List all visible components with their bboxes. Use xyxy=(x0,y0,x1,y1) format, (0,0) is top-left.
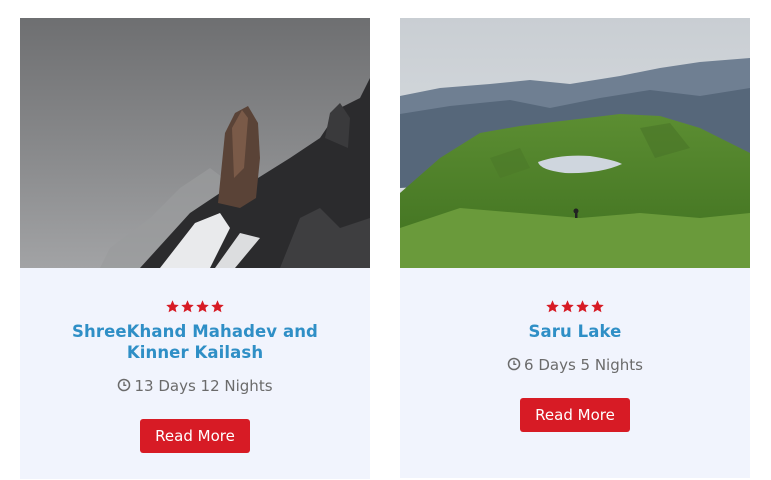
star-icon xyxy=(576,300,589,313)
star-icon xyxy=(211,300,224,313)
read-more-button[interactable]: Read More xyxy=(520,398,630,432)
trek-title[interactable]: Saru Lake xyxy=(420,321,730,342)
trek-photo[interactable] xyxy=(20,18,370,268)
star-icon xyxy=(181,300,194,313)
duration-text: 6 Days 5 Nights xyxy=(524,356,643,374)
read-more-button[interactable]: Read More xyxy=(140,419,250,453)
star-icon xyxy=(546,300,559,313)
trek-title[interactable]: ShreeKhand Mahadev and Kinner Kailash xyxy=(40,321,350,363)
trek-card: Saru Lake 6 Days 5 Nights Read More xyxy=(400,18,750,478)
star-icon xyxy=(196,300,209,313)
trek-photo[interactable] xyxy=(400,18,750,268)
duration-text: 13 Days 12 Nights xyxy=(134,377,273,395)
rating-stars xyxy=(400,299,750,319)
star-icon xyxy=(561,300,574,313)
clock-icon xyxy=(507,357,521,371)
trek-duration: 13 Days 12 Nights xyxy=(20,376,370,396)
star-icon xyxy=(591,300,604,313)
star-icon xyxy=(166,300,179,313)
clock-icon xyxy=(118,378,131,392)
rating-stars xyxy=(20,299,370,319)
trek-duration: 6 Days 5 Nights xyxy=(400,355,750,375)
trek-card: ShreeKhand Mahadev and Kinner Kailash 13… xyxy=(20,18,370,479)
